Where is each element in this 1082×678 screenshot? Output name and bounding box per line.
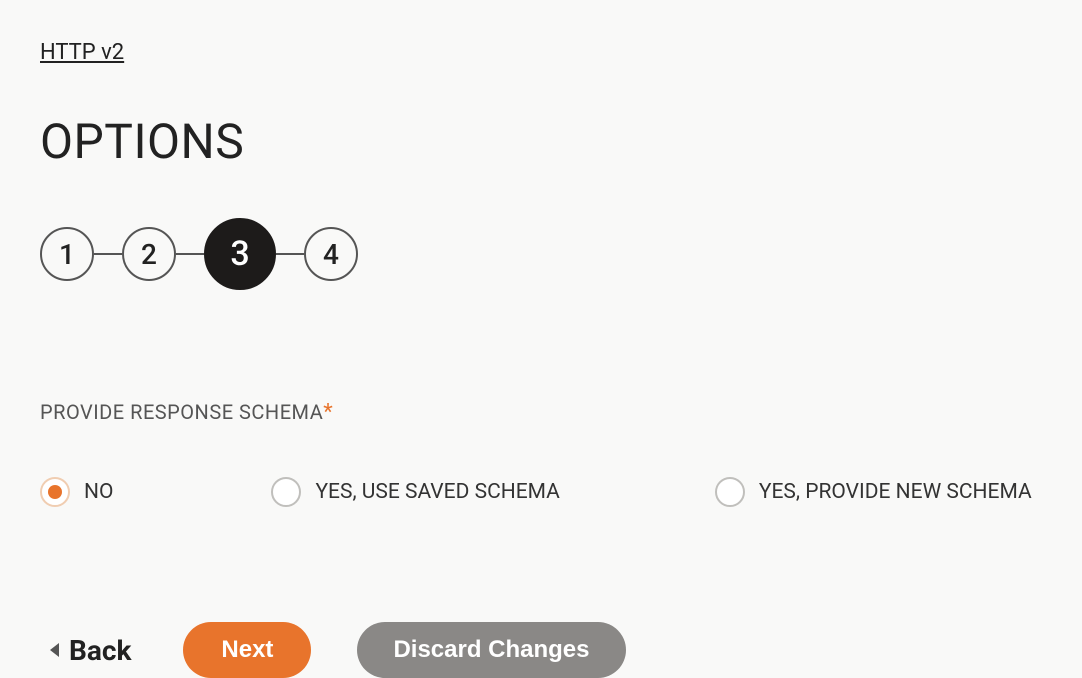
- chevron-left-icon: [50, 643, 59, 657]
- radio-option-provide-new[interactable]: YES, PROVIDE NEW SCHEMA: [715, 477, 1032, 507]
- button-group: Back Next Discard Changes: [50, 622, 1042, 678]
- step-connector: [94, 253, 122, 255]
- radio-icon: [271, 477, 301, 507]
- page-title: OPTIONS: [40, 113, 1042, 170]
- step-3[interactable]: 3: [204, 218, 276, 290]
- radio-dot-icon: [48, 485, 62, 499]
- radio-icon: [40, 477, 70, 507]
- field-label: PROVIDE RESPONSE SCHEMA: [40, 400, 323, 424]
- step-connector: [176, 253, 204, 255]
- radio-option-use-saved[interactable]: YES, USE SAVED SCHEMA: [271, 477, 559, 507]
- radio-label: YES, PROVIDE NEW SCHEMA: [759, 480, 1032, 504]
- response-schema-field: PROVIDE RESPONSE SCHEMA* NO YES, USE SAV…: [40, 400, 1042, 507]
- radio-icon: [715, 477, 745, 507]
- step-2[interactable]: 2: [122, 227, 176, 281]
- step-1[interactable]: 1: [40, 227, 94, 281]
- back-label: Back: [69, 634, 131, 667]
- step-4[interactable]: 4: [304, 227, 358, 281]
- radio-label: YES, USE SAVED SCHEMA: [315, 480, 559, 504]
- radio-label: NO: [84, 480, 113, 504]
- breadcrumb-link[interactable]: HTTP v2: [40, 40, 124, 65]
- step-indicator: 1 2 3 4: [40, 218, 1042, 290]
- back-button[interactable]: Back: [50, 634, 131, 667]
- next-button[interactable]: Next: [183, 622, 311, 678]
- discard-changes-button[interactable]: Discard Changes: [357, 622, 625, 678]
- step-connector: [276, 253, 304, 255]
- required-indicator: *: [323, 400, 332, 425]
- radio-option-no[interactable]: NO: [40, 477, 113, 507]
- radio-group: NO YES, USE SAVED SCHEMA YES, PROVIDE NE…: [40, 477, 1042, 507]
